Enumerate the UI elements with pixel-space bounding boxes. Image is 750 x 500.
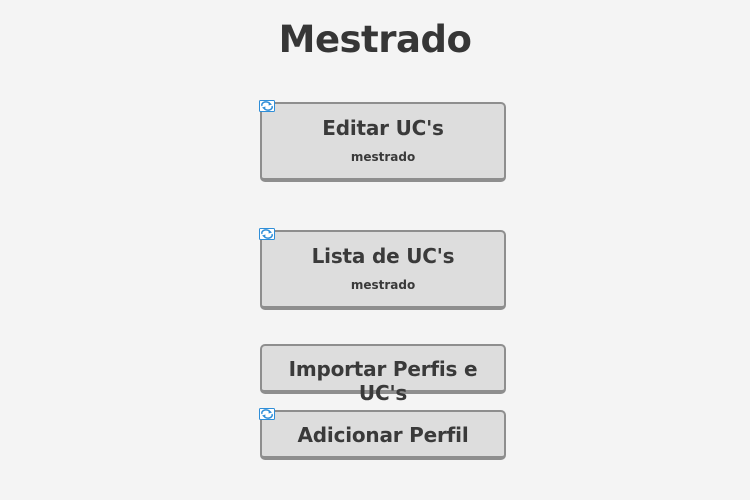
refresh-icon[interactable] — [259, 228, 275, 240]
edit-ucs-label: Editar UC's — [322, 116, 444, 140]
list-ucs-sublabel: mestrado — [350, 278, 416, 292]
import-profiles-ucs-label: Importar Perfis e UC's — [288, 357, 478, 405]
list-ucs-button[interactable]: Lista de UC's mestrado — [260, 230, 506, 310]
refresh-icon[interactable] — [259, 100, 275, 112]
import-profiles-ucs-button[interactable]: Importar Perfis e UC's — [260, 344, 506, 405]
page-title: Mestrado — [278, 18, 472, 61]
edit-ucs-sublabel: mestrado — [350, 150, 416, 164]
edit-ucs-button[interactable]: Editar UC's mestrado — [260, 102, 506, 182]
refresh-icon[interactable] — [259, 408, 275, 420]
add-profile-button[interactable]: Adicionar Perfil — [260, 410, 506, 460]
list-ucs-label: Lista de UC's — [311, 244, 455, 268]
add-profile-label: Adicionar Perfil — [297, 423, 469, 447]
